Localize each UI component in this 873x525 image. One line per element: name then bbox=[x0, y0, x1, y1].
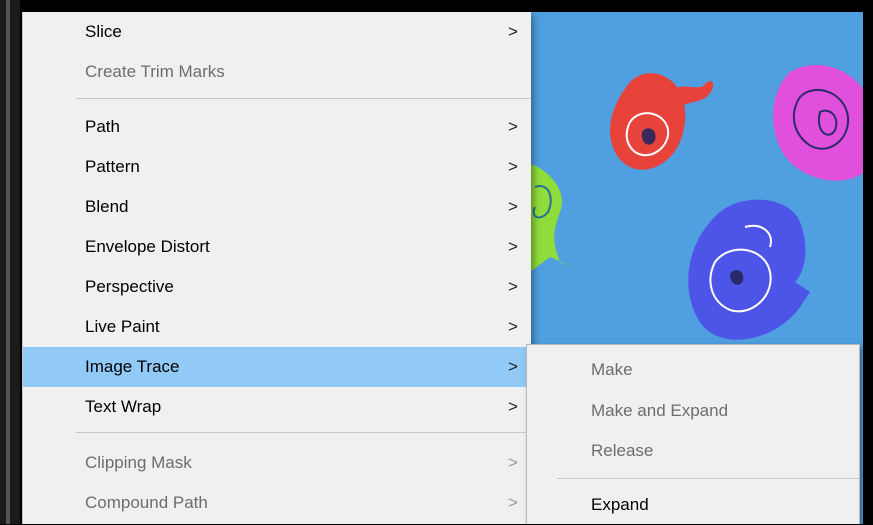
window-edge bbox=[863, 0, 873, 524]
menu-item-label: Text Wrap bbox=[85, 397, 162, 416]
chevron-right-icon: > bbox=[508, 493, 518, 512]
menu-item-blend[interactable]: Blend > bbox=[23, 187, 531, 227]
chevron-right-icon: > bbox=[508, 397, 518, 416]
chevron-right-icon: > bbox=[508, 317, 518, 336]
chevron-right-icon: > bbox=[508, 117, 518, 136]
menu-item-label: Slice bbox=[85, 22, 122, 41]
menu-item-compound-path[interactable]: Compound Path > bbox=[23, 483, 531, 523]
submenu-item-make-and-expand[interactable]: Make and Expand bbox=[527, 391, 859, 431]
menu-item-live-paint[interactable]: Live Paint > bbox=[23, 307, 531, 347]
gutter-bar bbox=[6, 0, 10, 524]
menu-item-label: Pattern bbox=[85, 157, 140, 176]
menu-item-perspective[interactable]: Perspective > bbox=[23, 267, 531, 307]
top-strip bbox=[0, 0, 873, 12]
menu-item-label: Envelope Distort bbox=[85, 237, 210, 256]
menu-item-label: Image Trace bbox=[85, 357, 180, 376]
submenu-item-label: Make and Expand bbox=[591, 401, 729, 420]
menu-item-label: Clipping Mask bbox=[85, 453, 192, 472]
menu-item-path[interactable]: Path > bbox=[23, 107, 531, 147]
menu-item-label: Live Paint bbox=[85, 317, 160, 336]
object-menu: Slice > Create Trim Marks Path > Pattern… bbox=[22, 12, 531, 524]
chevron-right-icon: > bbox=[508, 453, 518, 472]
submenu-item-release[interactable]: Release bbox=[527, 431, 859, 471]
menu-item-label: Create Trim Marks bbox=[85, 62, 225, 81]
submenu-item-label: Release bbox=[591, 441, 654, 460]
submenu-item-expand[interactable]: Expand bbox=[527, 485, 859, 525]
menu-separator bbox=[76, 98, 531, 99]
menu-item-envelope-distort[interactable]: Envelope Distort > bbox=[23, 227, 531, 267]
submenu-item-label: Expand bbox=[591, 495, 649, 514]
magenta-pepper-illustration bbox=[773, 64, 863, 181]
menu-item-slice[interactable]: Slice > bbox=[23, 12, 531, 52]
submenu-item-make[interactable]: Make bbox=[527, 350, 859, 390]
chevron-right-icon: > bbox=[508, 197, 518, 216]
red-pepper-illustration bbox=[610, 73, 714, 170]
green-pepper-illustration bbox=[530, 163, 580, 272]
chevron-right-icon: > bbox=[508, 157, 518, 176]
menu-separator bbox=[76, 432, 531, 433]
chevron-right-icon: > bbox=[508, 277, 518, 296]
menu-item-label: Compound Path bbox=[85, 493, 208, 512]
submenu-item-label: Make bbox=[591, 360, 633, 379]
menu-item-create-trim-marks[interactable]: Create Trim Marks bbox=[23, 52, 531, 92]
submenu-separator bbox=[557, 478, 859, 479]
menu-item-label: Perspective bbox=[85, 277, 174, 296]
left-gutter bbox=[0, 0, 20, 524]
blue-pepper-illustration bbox=[688, 199, 810, 340]
menu-item-pattern[interactable]: Pattern > bbox=[23, 147, 531, 187]
menu-item-label: Path bbox=[85, 117, 120, 136]
chevron-right-icon: > bbox=[508, 237, 518, 256]
image-trace-submenu: Make Make and Expand Release Expand bbox=[526, 344, 860, 524]
menu-item-text-wrap[interactable]: Text Wrap > bbox=[23, 387, 531, 427]
chevron-right-icon: > bbox=[508, 357, 518, 376]
menu-item-label: Blend bbox=[85, 197, 129, 216]
menu-item-image-trace[interactable]: Image Trace > bbox=[23, 347, 531, 387]
chevron-right-icon: > bbox=[508, 22, 518, 41]
menu-item-clipping-mask[interactable]: Clipping Mask > bbox=[23, 443, 531, 483]
